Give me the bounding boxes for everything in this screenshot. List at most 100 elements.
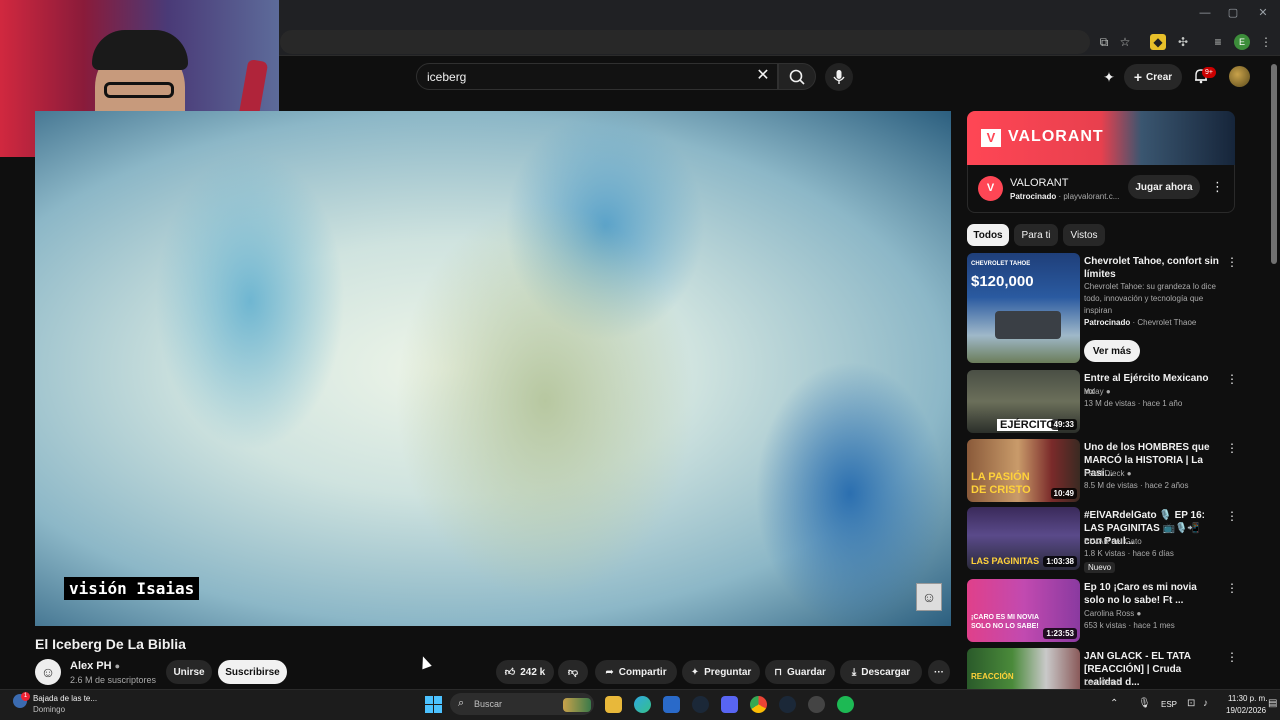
join-button[interactable]: Unirse bbox=[166, 660, 212, 684]
store-icon[interactable] bbox=[663, 696, 680, 713]
video-title[interactable]: Ep 10 ¡Caro es mi novia solo no lo sabe!… bbox=[1084, 581, 1219, 607]
clock-time[interactable]: 11:30 p. m. bbox=[1228, 694, 1267, 703]
list-item[interactable]: LA PASIÓN DE CRISTO 10:49 Uno de los HOM… bbox=[967, 439, 1238, 503]
dislike-button[interactable]: 👎︎ bbox=[558, 660, 588, 684]
chip-watched[interactable]: Vistos bbox=[1063, 224, 1105, 246]
bookmark-star-icon[interactable]: ☆ bbox=[1117, 34, 1133, 50]
browser-profile-icon[interactable]: E bbox=[1234, 34, 1250, 50]
extension-icon[interactable]: ◆ bbox=[1150, 34, 1166, 50]
video-stats: 8.5 M de vistas · hace 2 años bbox=[1084, 481, 1189, 490]
video-thumbnail[interactable]: CHEVROLET TAHOE $120,000 bbox=[967, 253, 1080, 363]
list-item[interactable]: LAS PAGINITAS 1:03:38 #ElVARdelGato 🎙️ E… bbox=[967, 507, 1238, 577]
steam-alt-icon[interactable] bbox=[779, 696, 796, 713]
chip-for-you[interactable]: Para ti bbox=[1014, 224, 1058, 246]
download-button[interactable]: ⤓ Descargar bbox=[840, 660, 922, 684]
sparkle-icon[interactable]: ✦ bbox=[1100, 68, 1118, 86]
ad-title[interactable]: VALORANT bbox=[1010, 177, 1068, 189]
tray-microphone-icon[interactable]: 🎙︎ bbox=[1138, 698, 1151, 709]
voice-search-button[interactable] bbox=[825, 63, 853, 91]
more-actions-button[interactable]: ··· bbox=[928, 660, 950, 684]
cast-icon[interactable]: ⧉ bbox=[1096, 34, 1112, 50]
ad-menu-icon[interactable]: ⋮ bbox=[1211, 179, 1224, 195]
close-window-icon[interactable]: ✕ bbox=[1256, 6, 1270, 20]
item-menu-icon[interactable]: ⋮ bbox=[1226, 650, 1237, 664]
video-thumbnail[interactable]: ¡CARO ES MI NOVIA SOLO NO LO SABE! 1:23:… bbox=[967, 579, 1080, 642]
volume-icon[interactable]: ♪ bbox=[1203, 698, 1208, 709]
thumbs-up-icon: 👍︎ bbox=[504, 667, 516, 678]
video-title: El Iceberg De La Biblia bbox=[35, 636, 186, 652]
channel-name[interactable]: Yulay ● bbox=[1084, 386, 1111, 398]
share-button[interactable]: ➦ Compartir bbox=[595, 660, 677, 684]
item-menu-icon[interactable]: ⋮ bbox=[1226, 255, 1238, 269]
video-thumbnail[interactable]: EJÉRCITO 49:33 bbox=[967, 370, 1080, 433]
chrome-icon[interactable] bbox=[750, 696, 767, 713]
channel-watermark-icon[interactable]: ☺ bbox=[916, 583, 942, 611]
discord-icon[interactable] bbox=[721, 696, 738, 713]
app-icon[interactable] bbox=[808, 696, 825, 713]
video-title[interactable]: Chevrolet Tahoe, confort sin límites bbox=[1084, 255, 1219, 281]
chip-all[interactable]: Todos bbox=[967, 224, 1009, 246]
advertiser-logo-icon[interactable]: V bbox=[978, 176, 1003, 201]
notification-center-icon[interactable]: ▤ bbox=[1268, 698, 1277, 709]
see-more-button[interactable]: Ver más bbox=[1084, 340, 1140, 362]
video-thumbnail[interactable]: LAS PAGINITAS 1:03:38 bbox=[967, 507, 1080, 570]
list-item[interactable]: EJÉRCITO 49:33 Entre al Ejército Mexican… bbox=[967, 370, 1238, 434]
save-button[interactable]: ⊓ Guardar bbox=[765, 660, 835, 684]
channel-name[interactable]: Carolina Ross ● bbox=[1084, 608, 1141, 620]
clock-date: 19/02/2026 bbox=[1226, 706, 1267, 715]
verified-icon: ● bbox=[114, 661, 121, 671]
list-item[interactable]: ¡CARO ES MI NOVIA SOLO NO LO SABE! 1:23:… bbox=[967, 579, 1238, 643]
like-button[interactable]: 👍︎ 242 k bbox=[496, 660, 554, 684]
steam-icon[interactable] bbox=[692, 696, 709, 713]
media-control-icon[interactable]: ≡ bbox=[1210, 34, 1226, 50]
ad-description: Chevrolet Tahoe: su grandeza lo dice tod… bbox=[1084, 282, 1216, 315]
input-language[interactable]: ESP bbox=[1161, 700, 1177, 709]
page-scrollbar[interactable] bbox=[1271, 64, 1277, 264]
microphone-icon bbox=[833, 70, 845, 84]
list-item[interactable]: CHEVROLET TAHOE $120,000 Chevrolet Tahoe… bbox=[967, 253, 1238, 365]
play-now-button[interactable]: Jugar ahora bbox=[1128, 175, 1200, 199]
subscriber-count: 2.6 M de suscriptores bbox=[70, 675, 157, 685]
channel-name[interactable]: Los Match bbox=[1084, 677, 1121, 689]
windows-start-icon[interactable] bbox=[425, 696, 442, 713]
maximize-icon[interactable]: ▢ bbox=[1226, 6, 1240, 20]
network-icon[interactable]: ⊡ bbox=[1187, 698, 1195, 709]
channel-name[interactable]: El VAR del Gato bbox=[1084, 536, 1142, 548]
search-button[interactable] bbox=[778, 63, 816, 90]
minimize-icon[interactable]: — bbox=[1198, 6, 1212, 20]
item-menu-icon[interactable]: ⋮ bbox=[1226, 509, 1238, 523]
valorant-logo-icon: V bbox=[981, 129, 1001, 147]
video-thumbnail[interactable]: LA PASIÓN DE CRISTO 10:49 bbox=[967, 439, 1080, 502]
channel-name[interactable]: Farid Dieck ● bbox=[1084, 468, 1132, 480]
edge-icon[interactable] bbox=[634, 696, 651, 713]
address-bar[interactable] bbox=[280, 30, 1090, 54]
duration-badge: 10:49 bbox=[1050, 488, 1077, 499]
news-widget-subtitle: Domingo bbox=[33, 705, 66, 714]
search-icon bbox=[789, 69, 805, 85]
sparkle-icon: ✦ bbox=[690, 666, 700, 678]
file-explorer-icon[interactable] bbox=[605, 696, 622, 713]
mouse-cursor-icon bbox=[418, 654, 432, 670]
search-input[interactable] bbox=[427, 68, 727, 85]
video-player[interactable] bbox=[35, 111, 951, 626]
duration-badge: 49:33 bbox=[1050, 419, 1077, 430]
item-menu-icon[interactable]: ⋮ bbox=[1226, 372, 1238, 386]
browser-menu-icon[interactable]: ⋮ bbox=[1258, 34, 1274, 50]
tray-chevron-icon[interactable]: ⌃ bbox=[1110, 698, 1118, 709]
ask-button[interactable]: ✦ Preguntar bbox=[682, 660, 760, 684]
like-count: 242 k bbox=[520, 666, 546, 678]
item-menu-icon[interactable]: ⋮ bbox=[1226, 441, 1238, 455]
account-avatar[interactable] bbox=[1229, 66, 1250, 87]
channel-name[interactable]: Alex PH ● bbox=[70, 660, 120, 672]
create-button[interactable]: + Crear bbox=[1124, 64, 1182, 90]
list-item[interactable]: REACCIÓN JAN GLACK - EL TATA [REACCIÓN] … bbox=[967, 648, 1237, 689]
channel-avatar[interactable]: ☺ bbox=[35, 659, 61, 685]
subscribe-button[interactable]: Suscribirse bbox=[218, 660, 287, 684]
puzzle-icon[interactable]: ✣ bbox=[1175, 34, 1191, 50]
news-widget-title[interactable]: Bajada de las te... bbox=[33, 694, 97, 703]
spotify-icon[interactable] bbox=[837, 696, 854, 713]
clear-search-icon[interactable]: ✕ bbox=[754, 67, 772, 85]
item-menu-icon[interactable]: ⋮ bbox=[1226, 581, 1238, 595]
verified-icon: ● bbox=[1105, 387, 1111, 396]
video-thumbnail[interactable]: REACCIÓN bbox=[967, 648, 1080, 689]
